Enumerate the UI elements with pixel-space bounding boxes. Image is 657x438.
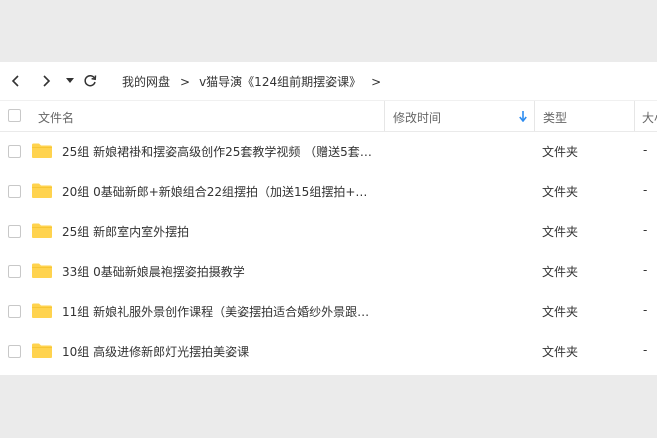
folder-icon [32,343,52,358]
file-name[interactable]: 25组 新娘裙褂和摆姿高级创作25套教学视频 （赠送5套裙褂摆姿） [62,143,372,160]
refresh-icon [84,74,97,87]
folder-icon [32,143,52,158]
folder-icon [32,183,52,198]
row-checkbox[interactable] [8,145,21,158]
file-size: - [643,343,648,357]
chevron-left-icon [11,75,19,87]
file-name[interactable]: 20组 0基础新郎+新娘组合22组摆拍（加送15组摆拍+3组情侣摆拍） [62,183,372,200]
file-row[interactable]: 33组 0基础新娘晨袍摆姿拍摄教学 文件夹 - [0,251,657,291]
column-modified[interactable]: 修改时间 [393,109,441,126]
file-size: - [643,263,648,277]
breadcrumb-separator: > [180,74,191,89]
file-type: 文件夹 [542,225,579,239]
file-name[interactable]: 10组 高级进修新郎灯光摆拍美姿课 [62,343,372,360]
row-checkbox[interactable] [8,225,21,238]
file-type: 文件夹 [542,305,579,319]
file-row[interactable]: 25组 新娘裙褂和摆姿高级创作25套教学视频 （赠送5套裙褂摆姿） 文件夹 - [0,131,657,171]
file-type: 文件夹 [542,185,579,199]
back-button[interactable] [6,71,26,91]
file-size: - [643,183,648,197]
file-row[interactable]: 10组 高级进修新郎灯光摆拍美姿课 文件夹 - [0,331,657,371]
column-type[interactable]: 类型 [543,109,567,126]
row-checkbox[interactable] [8,305,21,318]
breadcrumb-item-root[interactable]: 我的网盘 [122,73,170,90]
row-checkbox[interactable] [8,185,21,198]
file-name[interactable]: 11组 新娘礼服外景创作课程（美姿摆拍适合婚纱外景跟拍） [62,303,372,320]
column-header: 文件名 修改时间 类型 大小 [0,100,657,132]
arrow-down-icon[interactable] [519,111,527,122]
column-divider[interactable] [534,101,535,131]
file-row[interactable]: 20组 0基础新郎+新娘组合22组摆拍（加送15组摆拍+3组情侣摆拍） 文件夹 … [0,171,657,211]
breadcrumb-separator[interactable]: > [371,75,381,89]
file-type: 文件夹 [542,145,579,159]
breadcrumb-item-current[interactable]: v猫导演《124组前期摆姿课》 [199,73,361,90]
column-divider[interactable] [384,101,385,131]
file-type: 文件夹 [542,265,579,279]
caret-down-icon [66,78,74,83]
file-size: - [643,223,648,237]
history-dropdown[interactable] [60,71,80,91]
breadcrumb: 我的网盘 > v猫导演《124组前期摆姿课》 > [122,73,390,90]
folder-icon [32,263,52,278]
refresh-button[interactable] [80,71,100,91]
chevron-right-icon [43,75,51,87]
row-checkbox[interactable] [8,265,21,278]
file-name[interactable]: 25组 新郎室内室外摆拍 [62,223,372,240]
navigation-bar: 我的网盘 > v猫导演《124组前期摆姿课》 > [0,62,657,100]
file-size: - [643,303,648,317]
column-size[interactable]: 大小 [642,109,657,126]
file-name[interactable]: 33组 0基础新娘晨袍摆姿拍摄教学 [62,263,372,280]
select-all-checkbox[interactable] [8,109,21,122]
file-row[interactable]: 11组 新娘礼服外景创作课程（美姿摆拍适合婚纱外景跟拍） 文件夹 - [0,291,657,331]
row-checkbox[interactable] [8,345,21,358]
file-browser-panel: 我的网盘 > v猫导演《124组前期摆姿课》 > 文件名 修改时间 类型 大小 … [0,62,657,375]
folder-icon [32,223,52,238]
folder-icon [32,303,52,318]
file-size: - [643,143,648,157]
file-row[interactable]: 25组 新郎室内室外摆拍 文件夹 - [0,211,657,251]
forward-button[interactable] [36,71,56,91]
file-type: 文件夹 [542,345,579,359]
column-divider[interactable] [634,101,635,131]
column-name[interactable]: 文件名 [38,109,74,126]
